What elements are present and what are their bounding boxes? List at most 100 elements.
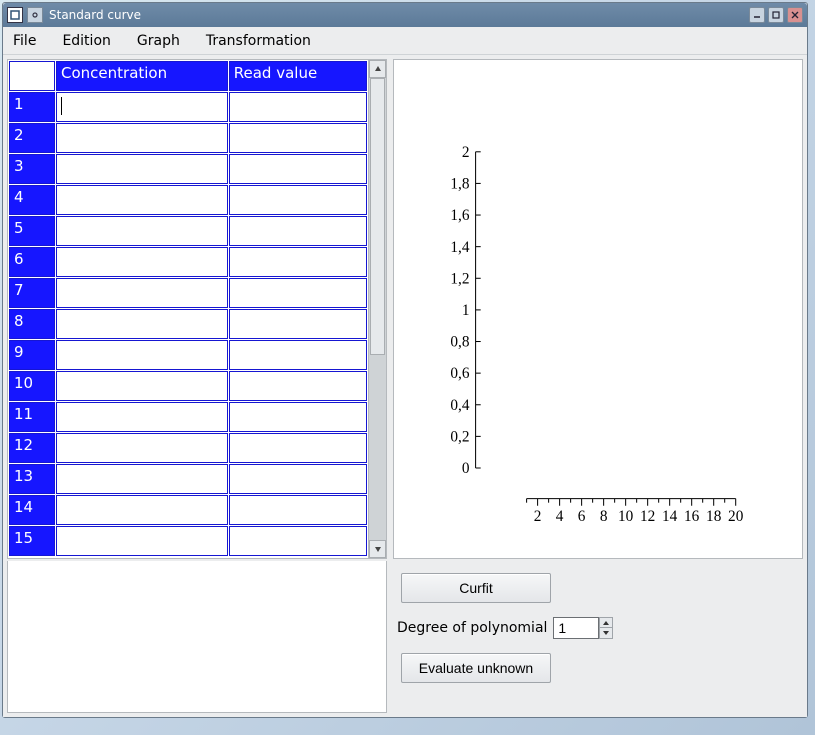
svg-text:0,6: 0,6: [450, 365, 469, 382]
row-number[interactable]: 3: [9, 154, 55, 184]
degree-spinner[interactable]: [553, 617, 613, 639]
svg-text:16: 16: [684, 508, 700, 525]
evaluate-button[interactable]: Evaluate unknown: [401, 653, 551, 683]
row-number[interactable]: 10: [9, 371, 55, 401]
cell-concentration[interactable]: [56, 433, 228, 463]
cell-read-value[interactable]: [229, 371, 367, 401]
row-number[interactable]: 14: [9, 495, 55, 525]
svg-text:1: 1: [462, 302, 470, 319]
table-row: 9: [9, 340, 367, 370]
left-panel: Concentration Read value 123456789101112…: [7, 59, 387, 713]
table-row: 2: [9, 123, 367, 153]
cell-read-value[interactable]: [229, 216, 367, 246]
cell-concentration[interactable]: [56, 278, 228, 308]
svg-text:0: 0: [462, 460, 470, 477]
plot-area[interactable]: 00,20,40,60,811,21,41,61,822468101214161…: [393, 59, 803, 559]
col-read-value[interactable]: Read value: [229, 61, 367, 91]
row-number[interactable]: 12: [9, 433, 55, 463]
degree-label: Degree of polynomial: [397, 620, 547, 636]
row-number[interactable]: 2: [9, 123, 55, 153]
row-number[interactable]: 7: [9, 278, 55, 308]
svg-text:1,4: 1,4: [450, 239, 469, 256]
cell-read-value[interactable]: [229, 464, 367, 494]
cell-read-value[interactable]: [229, 495, 367, 525]
menu-transformation[interactable]: Transformation: [202, 31, 315, 51]
cell-read-value[interactable]: [229, 278, 367, 308]
cell-read-value[interactable]: [229, 402, 367, 432]
app-window: Standard curve File Edition Graph Transf…: [2, 2, 808, 718]
cell-read-value[interactable]: [229, 185, 367, 215]
scroll-thumb[interactable]: [370, 78, 385, 355]
row-number[interactable]: 5: [9, 216, 55, 246]
app-menu-icon[interactable]: [7, 7, 23, 23]
row-number[interactable]: 13: [9, 464, 55, 494]
cell-concentration[interactable]: [56, 123, 228, 153]
row-number[interactable]: 11: [9, 402, 55, 432]
cell-concentration[interactable]: [56, 526, 228, 556]
row-number[interactable]: 8: [9, 309, 55, 339]
cell-concentration[interactable]: [56, 495, 228, 525]
curfit-button[interactable]: Curfit: [401, 573, 551, 603]
content-area: Concentration Read value 123456789101112…: [3, 55, 807, 717]
close-button[interactable]: [787, 7, 803, 23]
cell-read-value[interactable]: [229, 433, 367, 463]
menu-edition[interactable]: Edition: [58, 31, 114, 51]
cell-read-value[interactable]: [229, 247, 367, 277]
table-row: 1: [9, 92, 367, 122]
cell-concentration[interactable]: [56, 216, 228, 246]
cell-concentration[interactable]: [56, 340, 228, 370]
degree-down-button[interactable]: [599, 628, 613, 639]
table-row: 11: [9, 402, 367, 432]
scroll-down-button[interactable]: [369, 540, 386, 558]
svg-text:10: 10: [618, 508, 634, 525]
table-row: 14: [9, 495, 367, 525]
table-row: 10: [9, 371, 367, 401]
degree-up-button[interactable]: [599, 617, 613, 628]
menubar: File Edition Graph Transformation: [3, 27, 807, 55]
sticky-icon[interactable]: [27, 7, 43, 23]
svg-text:1,2: 1,2: [450, 270, 469, 287]
row-number[interactable]: 4: [9, 185, 55, 215]
cell-concentration[interactable]: [56, 371, 228, 401]
cell-read-value[interactable]: [229, 154, 367, 184]
cell-concentration[interactable]: [56, 402, 228, 432]
row-number[interactable]: 1: [9, 92, 55, 122]
table-row: 12: [9, 433, 367, 463]
svg-text:18: 18: [706, 508, 722, 525]
row-number[interactable]: 9: [9, 340, 55, 370]
row-number[interactable]: 6: [9, 247, 55, 277]
cell-read-value[interactable]: [229, 340, 367, 370]
cell-read-value[interactable]: [229, 92, 367, 122]
svg-text:12: 12: [640, 508, 655, 525]
table-scrollbar[interactable]: [368, 60, 386, 558]
cell-concentration[interactable]: [56, 247, 228, 277]
svg-text:6: 6: [578, 508, 586, 525]
menu-graph[interactable]: Graph: [133, 31, 184, 51]
table-row: 8: [9, 309, 367, 339]
svg-text:4: 4: [556, 508, 564, 525]
cell-concentration[interactable]: [56, 464, 228, 494]
scroll-up-button[interactable]: [369, 60, 386, 78]
cell-concentration[interactable]: [56, 92, 228, 122]
cell-concentration[interactable]: [56, 154, 228, 184]
cell-concentration[interactable]: [56, 309, 228, 339]
titlebar[interactable]: Standard curve: [3, 3, 807, 27]
table-row: 7: [9, 278, 367, 308]
data-table[interactable]: Concentration Read value 123456789101112…: [8, 60, 368, 557]
row-number[interactable]: 15: [9, 526, 55, 556]
cell-concentration[interactable]: [56, 185, 228, 215]
right-panel: 00,20,40,60,811,21,41,61,822468101214161…: [393, 59, 803, 713]
output-panel: [7, 561, 387, 713]
cell-read-value[interactable]: [229, 309, 367, 339]
col-concentration[interactable]: Concentration: [56, 61, 228, 91]
cell-read-value[interactable]: [229, 526, 367, 556]
svg-text:20: 20: [728, 508, 744, 525]
svg-text:8: 8: [600, 508, 608, 525]
minimize-button[interactable]: [749, 7, 765, 23]
degree-input[interactable]: [553, 617, 599, 639]
menu-file[interactable]: File: [9, 31, 40, 51]
cell-read-value[interactable]: [229, 123, 367, 153]
maximize-button[interactable]: [768, 7, 784, 23]
svg-text:1,8: 1,8: [450, 176, 469, 193]
scroll-track[interactable]: [369, 78, 386, 540]
